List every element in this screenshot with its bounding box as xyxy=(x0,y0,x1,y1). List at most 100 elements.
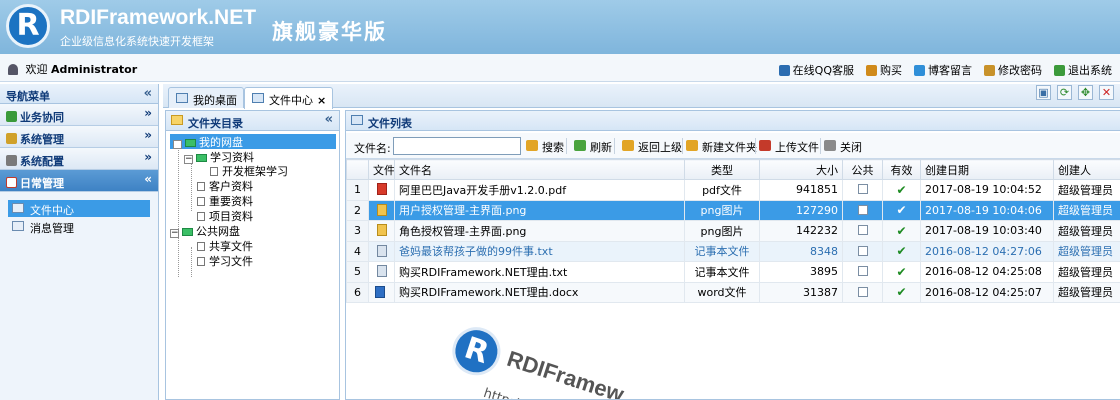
tree-node-framework[interactable]: 开发框架学习 xyxy=(210,163,288,178)
public-checkbox[interactable] xyxy=(857,204,868,215)
col-type[interactable]: 类型 xyxy=(684,159,760,180)
search-label: 文件名: xyxy=(354,142,391,155)
col-creator[interactable]: 创建人 xyxy=(1053,159,1120,180)
table-row[interactable]: 3 角色授权管理-主界面.png png图片 142232 ✔ 2017-08-… xyxy=(346,220,1120,242)
tree-node-learn[interactable]: 学习文件 xyxy=(197,253,253,268)
file-icon xyxy=(197,257,205,266)
folder-icon xyxy=(196,154,207,162)
list-icon xyxy=(351,115,363,125)
text-file-icon xyxy=(376,265,387,278)
tree-node-share[interactable]: 共享文件 xyxy=(197,238,253,253)
nav-group-business[interactable]: 业务协同 » xyxy=(0,104,158,126)
nav-item-messages[interactable]: 消息管理 xyxy=(8,218,150,235)
fullscreen-icon[interactable]: ▣ xyxy=(1036,85,1051,100)
logout-link[interactable]: 退出系统 xyxy=(1054,62,1112,78)
tab-file-center[interactable]: 文件中心 × xyxy=(244,87,334,109)
text-file-icon xyxy=(376,244,387,257)
tab-strip: 我的桌面 文件中心 × ▣ ⟳ ✥ ✕ xyxy=(163,84,1120,109)
table-row[interactable]: 6 购买RDIFramework.NET理由.docx word文件 31387… xyxy=(346,281,1120,303)
tree-node-study[interactable]: − 学习资料 xyxy=(184,149,254,164)
file-name: 爸妈最该帮孩子做的99件事.txt xyxy=(394,240,685,262)
file-size: 31387 xyxy=(759,281,843,303)
file-icon xyxy=(210,167,218,176)
nav-item-file-center[interactable]: 文件中心 xyxy=(8,200,150,217)
folder-icon xyxy=(182,228,193,236)
shield-icon xyxy=(6,133,17,144)
creator: 超级管理员 xyxy=(1053,199,1120,221)
chevron-down-icon: » xyxy=(144,106,152,120)
file-name: 阿里巴巴Java开发手册v1.2.0.pdf xyxy=(394,179,685,201)
tree-node-important[interactable]: 重要资料 xyxy=(197,193,253,208)
exit-icon xyxy=(1054,65,1065,76)
close-button[interactable]: 关闭 xyxy=(824,139,862,155)
tab-close-icon[interactable]: × xyxy=(317,94,326,107)
nav-group-system-admin[interactable]: 系统管理 » xyxy=(0,126,158,148)
close-all-icon[interactable]: ✕ xyxy=(1099,85,1114,100)
col-public[interactable]: 公共 xyxy=(842,159,883,180)
top-bar: 欢迎 Administrator 在线QQ客服 购买 博客留言 修改密码 退出系… xyxy=(0,54,1120,82)
created-date: 2016-08-12 04:27:06 xyxy=(920,240,1054,262)
tree-node-my-disk[interactable]: − 我的网盘 xyxy=(170,134,336,149)
tree-node-customer[interactable]: 客户资料 xyxy=(197,178,253,193)
refresh-tab-icon[interactable]: ⟳ xyxy=(1057,85,1072,100)
nav-group-system-config[interactable]: 系统配置 » xyxy=(0,148,158,170)
change-password-link[interactable]: 修改密码 xyxy=(984,62,1042,78)
public-checkbox[interactable] xyxy=(857,245,868,256)
watermark-logo-icon: R xyxy=(446,321,507,382)
welcome-text: 欢迎 Administrator xyxy=(8,61,137,77)
table-row[interactable]: 5 购买RDIFramework.NET理由.txt 记事本文件 3895 ✔ … xyxy=(346,261,1120,283)
refresh-button[interactable]: 刷新 xyxy=(574,139,612,155)
maximize-icon[interactable]: ✥ xyxy=(1078,85,1093,100)
app-banner: R RDIFramework.NET 企业级信息化系统快速开发框架 旗舰豪华版 xyxy=(0,0,1120,54)
search-button[interactable]: 搜索 xyxy=(526,139,564,155)
brand-tagline: 企业级信息化系统快速开发框架 xyxy=(60,35,214,48)
file-icon xyxy=(197,242,205,251)
col-size[interactable]: 大小 xyxy=(759,159,843,180)
buy-link[interactable]: 购买 xyxy=(866,62,902,78)
col-created-date[interactable]: 创建日期 xyxy=(920,159,1054,180)
tree-node-project[interactable]: 项目资料 xyxy=(197,208,253,223)
pdf-file-icon xyxy=(376,183,387,196)
logo-icon: R xyxy=(6,4,50,48)
file-size: 127290 xyxy=(759,199,843,221)
tree-node-public-disk[interactable]: − 公共网盘 xyxy=(170,223,240,238)
table-row-selected[interactable]: 2 用户授权管理-主界面.png png图片 127290 ✔ 2017-08-… xyxy=(346,199,1120,221)
collapse-toggle-icon[interactable]: − xyxy=(173,140,182,149)
file-name-search-input[interactable] xyxy=(393,137,521,155)
username: Administrator xyxy=(51,63,138,76)
tab-my-desktop[interactable]: 我的桌面 xyxy=(168,87,244,108)
row-number: 6 xyxy=(346,281,369,303)
cart-icon xyxy=(866,65,877,76)
toolbar-divider xyxy=(755,138,756,154)
collapse-left-icon[interactable]: « xyxy=(325,112,333,127)
chevron-down-icon: » xyxy=(144,128,152,142)
collapse-toggle-icon[interactable]: − xyxy=(184,155,193,164)
back-button[interactable]: 返回上级 xyxy=(622,139,682,155)
tree-line xyxy=(178,145,179,231)
folder-tree: − 我的网盘 − 学习资料 开发框架学习 客户资料 重要资料 项目资料 − 公共网盘 … xyxy=(166,131,339,277)
collapse-left-icon[interactable]: « xyxy=(144,86,152,101)
col-valid[interactable]: 有效 xyxy=(882,159,921,180)
user-icon xyxy=(8,64,18,75)
folder-icon xyxy=(185,139,196,147)
created-date: 2017-08-19 10:04:06 xyxy=(920,199,1054,221)
public-checkbox[interactable] xyxy=(857,225,868,236)
file-name: 角色授权管理-主界面.png xyxy=(394,220,685,242)
col-filename[interactable]: 文件名 xyxy=(394,159,685,180)
file-size: 3895 xyxy=(759,261,843,283)
qq-support-link[interactable]: 在线QQ客服 xyxy=(778,62,854,78)
nav-group-daily[interactable]: 日常管理 « xyxy=(0,170,158,192)
table-row-hover[interactable]: 4 爸妈最该帮孩子做的99件事.txt 记事本文件 8348 ✔ 2016-08… xyxy=(346,240,1120,262)
upload-button[interactable]: 上传文件 xyxy=(759,139,819,155)
folder-panel-header: 文件夹目录 « xyxy=(166,111,339,131)
public-checkbox[interactable] xyxy=(857,286,868,297)
public-checkbox[interactable] xyxy=(857,184,868,195)
folder-icon xyxy=(171,115,183,125)
collapse-toggle-icon[interactable]: − xyxy=(170,229,179,238)
table-row[interactable]: 1 阿里巴巴Java开发手册v1.2.0.pdf pdf文件 941851 ✔ … xyxy=(346,179,1120,201)
blog-link[interactable]: 博客留言 xyxy=(914,62,972,78)
nav-menu: 导航菜单 « 业务协同 » 系统管理 » 系统配置 » 日常管理 « 文件中心 … xyxy=(0,84,159,400)
col-file[interactable]: 文件 xyxy=(368,159,395,180)
new-folder-button[interactable]: 新建文件夹 xyxy=(686,139,757,155)
public-checkbox[interactable] xyxy=(857,266,868,277)
